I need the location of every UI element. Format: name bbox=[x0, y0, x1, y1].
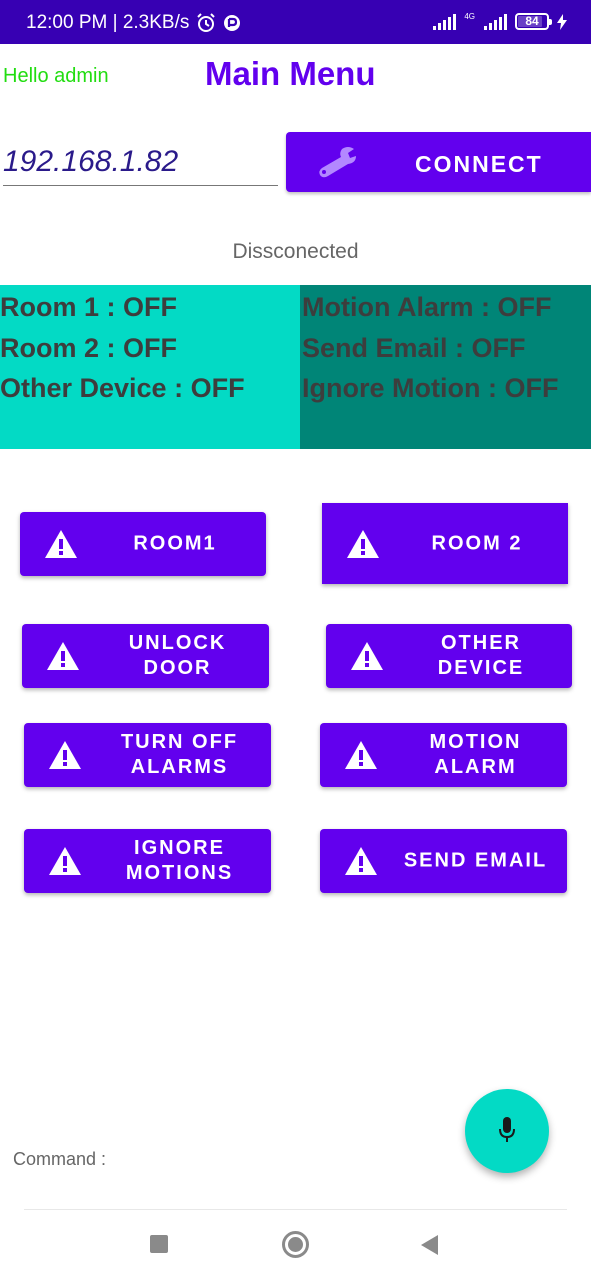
room2-label: ROOM 2 bbox=[431, 532, 523, 554]
room1-button[interactable]: ROOM1 bbox=[20, 512, 266, 576]
motion-alarm-label: MOTION ALARM bbox=[429, 731, 522, 778]
status-left: 12:00 PM | 2.3KB/s bbox=[26, 12, 241, 34]
nav-recents-icon[interactable] bbox=[150, 1235, 168, 1253]
device-state-panel: Room 1 : OFF Room 2 : OFF Other Device :… bbox=[0, 285, 300, 449]
wrench-icon bbox=[319, 147, 356, 178]
nav-home-icon[interactable] bbox=[282, 1231, 309, 1258]
room1-label: ROOM1 bbox=[133, 532, 217, 555]
page-title: Main Menu bbox=[205, 55, 376, 92]
warning-icon bbox=[345, 741, 377, 769]
ignore-motions-button[interactable]: IGNORE MOTIONS bbox=[24, 829, 271, 893]
network-type-label: 4G bbox=[464, 12, 475, 21]
unlock-door-label: UNLOCK DOOR bbox=[128, 632, 227, 679]
voice-command-button[interactable] bbox=[465, 1089, 549, 1173]
microphone-icon bbox=[499, 1117, 515, 1142]
greeting-text: Hello admin bbox=[3, 65, 109, 87]
battery-level: 84 bbox=[525, 14, 539, 28]
unlock-door-button[interactable]: UNLOCK DOOR bbox=[22, 624, 269, 688]
battery-icon: 84 bbox=[515, 13, 552, 30]
send-email-state: Send Email : OFF bbox=[302, 333, 526, 363]
warning-icon bbox=[345, 847, 377, 875]
status-time-speed: 12:00 PM | 2.3KB/s bbox=[26, 12, 190, 33]
signal-icon bbox=[433, 13, 457, 30]
send-email-button[interactable]: SEND EMAIL bbox=[320, 829, 567, 893]
nav-back-icon[interactable] bbox=[421, 1235, 438, 1255]
turn-off-alarms-label: TURN OFF ALARMS bbox=[120, 731, 239, 778]
ip-address-input[interactable] bbox=[3, 138, 278, 186]
warning-icon bbox=[49, 741, 81, 769]
ignore-motion-state: Ignore Motion : OFF bbox=[302, 373, 559, 403]
room2-button[interactable]: ROOM 2 bbox=[322, 503, 568, 584]
connect-button[interactable]: CONNECT bbox=[286, 132, 591, 192]
security-state-panel: Motion Alarm : OFF Send Email : OFF Igno… bbox=[300, 285, 591, 449]
connection-status: Dissconected bbox=[232, 240, 359, 263]
warning-icon bbox=[351, 642, 383, 670]
charging-icon bbox=[557, 13, 567, 30]
signal-icon bbox=[484, 13, 507, 30]
warning-icon bbox=[47, 642, 79, 670]
send-email-label: SEND EMAIL bbox=[403, 849, 548, 872]
other-device-button[interactable]: OTHER DEVICE bbox=[326, 624, 572, 688]
warning-icon bbox=[49, 847, 81, 875]
warning-icon bbox=[347, 529, 379, 558]
other-device-state: Other Device : OFF bbox=[0, 373, 245, 403]
room1-state: Room 1 : OFF bbox=[0, 292, 177, 322]
ignore-motions-label: IGNORE MOTIONS bbox=[125, 837, 234, 884]
warning-icon bbox=[45, 530, 77, 558]
other-device-label: OTHER DEVICE bbox=[437, 632, 525, 679]
alarm-clock-icon bbox=[197, 13, 216, 32]
status-bar: 12:00 PM | 2.3KB/s 4G 84 bbox=[0, 0, 591, 44]
app-notification-icon bbox=[224, 15, 241, 31]
motion-alarm-state: Motion Alarm : OFF bbox=[302, 292, 552, 322]
status-right: 4G 84 bbox=[433, 13, 567, 30]
divider bbox=[24, 1209, 567, 1210]
motion-alarm-button[interactable]: MOTION ALARM bbox=[320, 723, 567, 787]
command-label: Command : bbox=[13, 1149, 107, 1169]
turn-off-alarms-button[interactable]: TURN OFF ALARMS bbox=[24, 723, 271, 787]
room2-state: Room 2 : OFF bbox=[0, 333, 177, 363]
connect-label: CONNECT bbox=[415, 151, 543, 177]
